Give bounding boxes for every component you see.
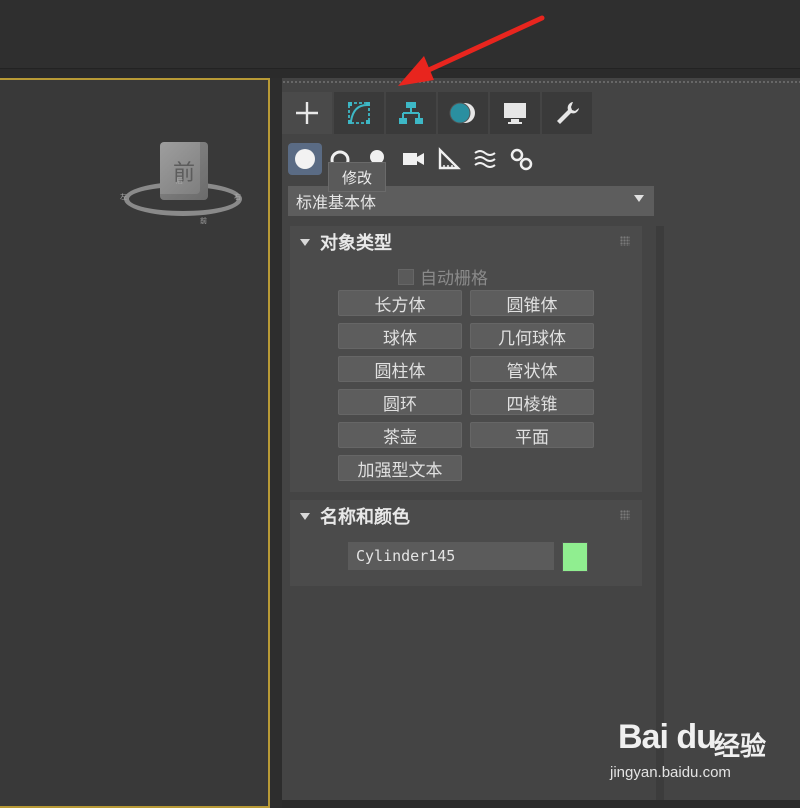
tab-modify[interactable] (334, 92, 384, 134)
plane-button[interactable]: 平面 (470, 422, 594, 448)
object-name-field[interactable]: Cylinder145 (348, 542, 554, 570)
collapse-caret-icon (300, 512, 310, 520)
sphere-button[interactable]: 球体 (338, 323, 462, 349)
tooltip-text: 修改 (341, 168, 372, 187)
autogrid-label: 自动栅格 (420, 269, 488, 289)
object-type-rollout-header[interactable]: 对象类型 (290, 226, 642, 258)
autogrid-checkbox[interactable] (398, 268, 414, 285)
name-color-rollout: 名称和颜色 Cylinder145 (290, 500, 642, 586)
space-warps-button[interactable] (468, 143, 502, 175)
tube-button[interactable]: 管状体 (470, 356, 594, 382)
object-type-title: 对象类型 (320, 233, 392, 254)
compass-label-front: 前 (200, 217, 207, 225)
red-arrow-annotation (398, 15, 545, 86)
wrench-icon (557, 102, 579, 124)
viewcube[interactable]: 前 左 后 右 前 (118, 142, 248, 232)
object-color-swatch[interactable] (562, 542, 588, 572)
modify-icon (348, 102, 370, 124)
tab-create[interactable] (282, 92, 332, 134)
cylinder-button[interactable]: 圆柱体 (338, 356, 462, 382)
object-name-value: Cylinder145 (356, 547, 456, 565)
panel-separator[interactable] (270, 78, 282, 808)
chevron-down-icon (634, 195, 644, 202)
name-color-rollout-header[interactable]: 名称和颜色 (290, 500, 642, 532)
ruler-icon (438, 147, 461, 170)
collapse-caret-icon (300, 238, 310, 246)
helpers-button[interactable] (432, 143, 466, 175)
subcategory-toolbar (288, 142, 540, 176)
plus-icon (296, 102, 318, 124)
object-type-rollout: 对象类型 自动栅格 长方体 圆锥体 球体 几何球体 圆柱体 管状体 圆环 四棱锥… (290, 226, 642, 492)
modify-tooltip: 修改 (328, 162, 386, 192)
viewcube-front-face[interactable]: 前 (160, 142, 208, 200)
space-warps-icon (474, 150, 496, 168)
textplus-button[interactable]: 加强型文本 (338, 455, 462, 481)
watermark-url: jingyan.baidu.com (610, 764, 731, 781)
teapot-button[interactable]: 茶壶 (338, 422, 462, 448)
cone-button[interactable]: 圆锥体 (470, 290, 594, 316)
autogrid-checkbox-row[interactable]: 自动栅格 (398, 264, 488, 289)
geometry-button[interactable] (288, 143, 322, 175)
compass-label-back: 后 (176, 177, 183, 185)
pyramid-button[interactable]: 四棱锥 (470, 389, 594, 415)
geometry-icon (295, 149, 315, 169)
systems-button[interactable] (504, 143, 538, 175)
torus-button[interactable]: 圆环 (338, 389, 462, 415)
watermark-brand: Bai du (618, 718, 717, 756)
compass-label-left: 左 (120, 193, 127, 201)
compass-label-right: 右 (234, 193, 241, 201)
cameras-button[interactable] (396, 143, 430, 175)
category-dropdown-value: 标准基本体 (296, 193, 377, 212)
watermark-cn: 经验 (714, 732, 767, 762)
rollout-grip-icon[interactable] (620, 236, 630, 246)
gears-icon (510, 148, 533, 171)
box-button[interactable]: 长方体 (338, 290, 462, 316)
rollout-grip-icon[interactable] (620, 510, 630, 520)
name-color-title: 名称和颜色 (320, 507, 410, 528)
geosphere-button[interactable]: 几何球体 (470, 323, 594, 349)
viewport[interactable]: 前 左 后 右 前 (0, 78, 270, 808)
baidu-watermark: Bai du 经验 jingyan.baidu.com (604, 710, 794, 792)
camera-icon (403, 153, 424, 165)
